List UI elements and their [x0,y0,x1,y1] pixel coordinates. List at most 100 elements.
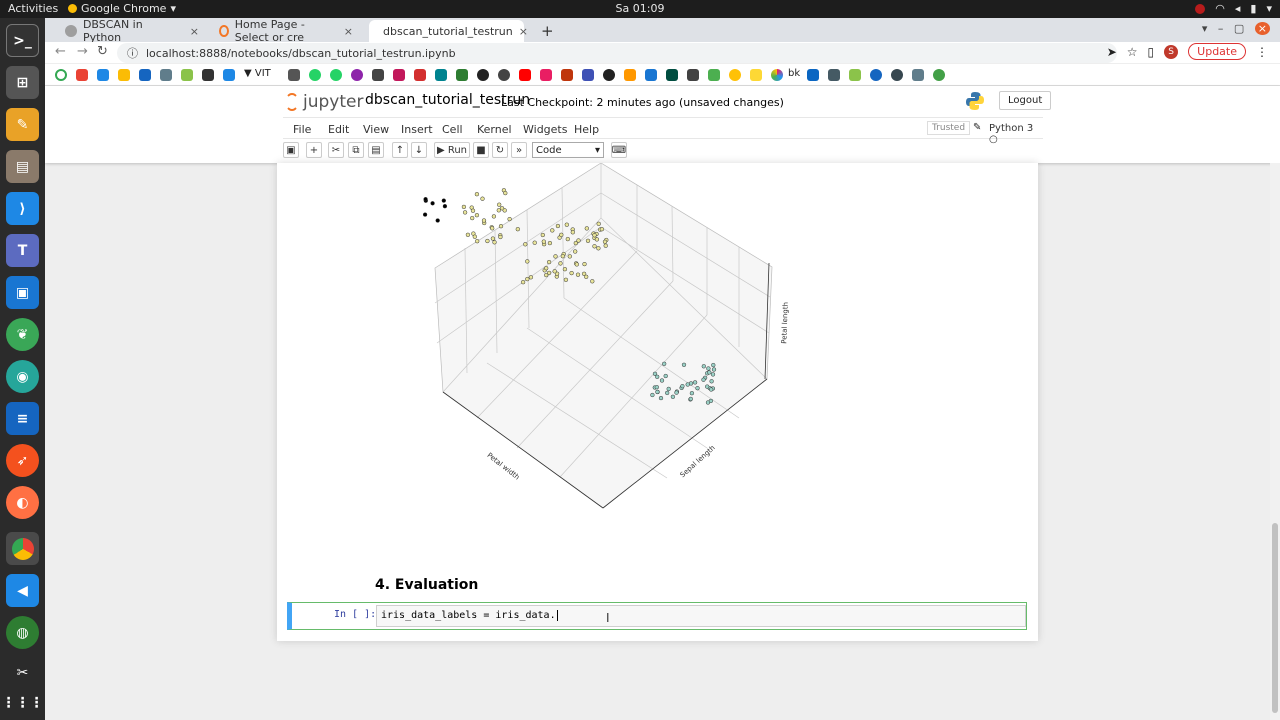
reload-icon[interactable]: ↻ [97,44,108,59]
move-up-icon[interactable]: ↑ [392,142,408,158]
bookmark-icon[interactable] [202,69,214,81]
bookmark-icon[interactable] [330,69,342,81]
bookmark-icon[interactable] [912,69,924,81]
bookmark-icon[interactable] [624,69,636,81]
menu-help[interactable]: Help [574,123,599,136]
calculator-icon[interactable]: ⊞ [6,66,39,99]
keyboard-icon[interactable]: ⌨ [611,142,627,158]
bookmark-icon[interactable] [870,69,882,81]
new-tab-button[interactable]: + [533,20,562,42]
update-button[interactable]: Update [1188,43,1246,60]
network-icon[interactable]: ◉ [6,360,39,393]
globe-icon[interactable]: ◍ [6,616,39,649]
paste-icon[interactable]: ▤ [368,142,384,158]
menu-insert[interactable]: Insert [401,123,433,136]
menu-file[interactable]: File [293,123,311,136]
bookmark-icon[interactable] [414,69,426,81]
github-icon[interactable] [603,69,615,81]
close-icon[interactable]: × [344,25,353,38]
window-controls[interactable]: ▾ – ▢ × [1202,22,1270,35]
add-cell-icon[interactable]: + [306,142,322,158]
logout-button[interactable]: Logout [999,91,1052,110]
document-icon[interactable]: ≡ [6,402,39,435]
cut-icon[interactable]: ✂ [328,142,344,158]
text-editor-icon[interactable]: ✎ [6,108,39,141]
vs-icon[interactable]: ◀ [6,574,39,607]
tab-home-page[interactable]: Home Page - Select or cre × [211,18,361,44]
bookmark-icon[interactable] [849,69,861,81]
trusted-badge[interactable]: Trusted [927,121,971,135]
bookmark-icon[interactable] [393,69,405,81]
menu-widgets[interactable]: Widgets [523,123,567,136]
bookmark-icon[interactable] [687,69,699,81]
edit-pencil-icon[interactable]: ✎ [973,122,981,133]
firefox-icon[interactable]: ◐ [6,486,39,519]
bookmark-icon[interactable] [708,69,720,81]
whatsapp-icon[interactable] [309,69,321,81]
bookmark-icon[interactable] [771,69,783,81]
teams-icon[interactable]: T [6,234,39,267]
clock[interactable]: Sa 01:09 [616,2,665,15]
bookmark-icon[interactable] [372,69,384,81]
bookmark-icon[interactable] [181,69,193,81]
restart-icon[interactable]: ↻ [492,142,508,158]
stop-icon[interactable]: ■ [473,142,489,158]
bookmark-icon[interactable] [55,69,67,81]
menu-kernel[interactable]: Kernel [477,123,512,136]
bookmark-icon[interactable] [540,69,552,81]
vscode-icon[interactable]: ⟩ [6,192,39,225]
bookmark-icon[interactable] [582,69,594,81]
code-editor[interactable]: iris_data_labels = iris_data. [376,605,1026,627]
bookmark-icon[interactable] [561,69,573,81]
terminal-icon[interactable]: >_ [6,24,39,57]
run-button[interactable]: ▶ Run [434,142,470,158]
bookmark-icon[interactable] [223,69,235,81]
bookmark-icon[interactable] [645,69,657,81]
youtube-icon[interactable] [519,69,531,81]
bookmark-icon[interactable] [828,69,840,81]
clapper-icon[interactable]: ✂ [6,656,39,689]
system-tray[interactable]: ◠ ◂ ▮ ▾ [1195,2,1272,15]
close-icon[interactable]: × [190,25,199,38]
bookmark-icon[interactable] [891,69,903,81]
sidebar-icon[interactable]: ▯ [1148,45,1155,59]
bookmark-icon[interactable] [288,69,300,81]
bookmark-icon[interactable] [435,69,447,81]
bookmark-icon[interactable] [750,69,762,81]
bookmark-icon[interactable] [139,69,151,81]
bookmark-icon[interactable] [666,69,678,81]
chrome-dock-icon[interactable] [6,532,39,565]
bookmark-icon[interactable] [97,69,109,81]
files-icon[interactable]: ▤ [6,150,39,183]
cell-type-select[interactable]: Code ▾ [532,142,604,158]
github-icon[interactable] [477,69,489,81]
bookmark-icon[interactable] [76,69,88,81]
address-bar[interactable]: ⓘ localhost:8888/notebooks/dbscan_tutori… [117,43,1117,63]
bookmark-icon[interactable] [729,69,741,81]
scrollbar-thumb[interactable] [1272,523,1278,713]
fast-forward-icon[interactable]: » [511,142,527,158]
bookmark-bk[interactable]: bk [788,68,800,79]
forward-icon[interactable]: → [77,44,88,59]
mongodb-icon[interactable]: ❦ [6,318,39,351]
bookmark-icon[interactable] [351,69,363,81]
bookmark-icon[interactable] [498,69,510,81]
bookmark-icon[interactable] [160,69,172,81]
postman-icon[interactable]: ➶ [6,444,39,477]
linkedin-icon[interactable] [807,69,819,81]
menu-edit[interactable]: Edit [328,123,349,136]
copy-icon[interactable]: ⧉ [348,142,364,158]
virtualbox-icon[interactable]: ▣ [6,276,39,309]
kernel-indicator[interactable]: Python 3 ○ [989,123,1043,145]
move-down-icon[interactable]: ↓ [411,142,427,158]
page-scrollbar[interactable] [1270,163,1280,720]
bookmark-icon[interactable] [933,69,945,81]
jupyter-logo[interactable]: jupyter [285,92,363,112]
more-menu-icon[interactable]: ⋮ [1256,45,1268,59]
save-icon[interactable]: ▣ [283,142,299,158]
close-icon[interactable]: × [519,25,528,38]
bookmark-icon[interactable] [118,69,130,81]
bookmark-icon[interactable] [456,69,468,81]
activities-button[interactable]: Activities [8,2,58,15]
avatar[interactable]: S [1164,44,1179,59]
